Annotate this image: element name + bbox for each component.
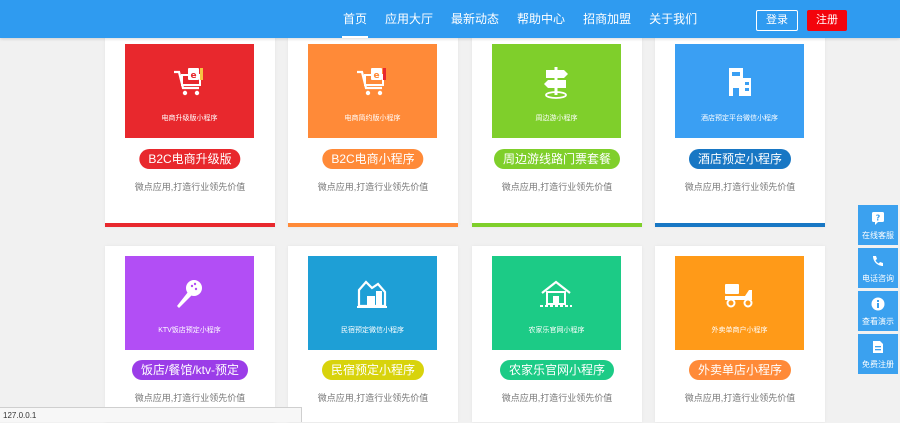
svg-text:e: e (374, 71, 380, 81)
thumbnail-caption: 农家乐官网小程序 (528, 327, 585, 334)
app-thumbnail[interactable]: e 电商简约版小程序 (308, 44, 437, 138)
app-thumbnail[interactable]: 酒店预定平台微信小程序 (675, 44, 804, 138)
app-title-pill[interactable]: 周边游线路门票套餐 (493, 149, 621, 169)
login-button[interactable]: 登录 (756, 10, 798, 31)
online-service-button[interactable]: ? 在线客服 (858, 205, 898, 245)
app-description: 微点应用,打造行业领先价值 (134, 182, 246, 192)
thumbnail-caption: 周边游小程序 (535, 115, 578, 122)
thumbnail-caption: 电商升级版小程序 (161, 115, 218, 122)
phone-consult-button[interactable]: 电话咨询 (858, 248, 898, 288)
microphone-icon (177, 280, 202, 308)
cart-icon: e (174, 68, 203, 96)
app-card[interactable]: 酒店预定平台微信小程序 酒店预定小程序 微点应用,打造行业领先价值 (655, 30, 825, 227)
app-card[interactable]: e 电商简约版小程序 B2C电商小程序 微点应用,打造行业领先价值 (288, 30, 458, 227)
hotel-icon (729, 68, 751, 96)
app-thumbnail[interactable]: 周边游小程序 (492, 44, 621, 138)
app-description: 微点应用,打造行业领先价值 (317, 393, 429, 403)
card-accent-bar (288, 223, 458, 227)
cart-icon: e (357, 68, 386, 96)
info-icon (871, 297, 885, 311)
app-thumbnail[interactable]: 农家乐官网小程序 (492, 256, 621, 350)
thumbnail-caption: KTV饭店预定小程序 (158, 327, 221, 334)
nav-app-hall[interactable]: 应用大厅 (376, 0, 442, 38)
svg-text:?: ? (876, 214, 881, 223)
app-card[interactable]: 民宿预定微信小程序 民宿预定小程序 微点应用,打造行业领先价值 (288, 246, 458, 422)
app-title-pill[interactable]: 农家乐官网小程序 (499, 360, 615, 380)
card-accent-bar (105, 223, 275, 227)
app-thumbnail[interactable]: e 电商升级版小程序 (125, 44, 254, 138)
document-icon (873, 341, 883, 353)
app-thumbnail[interactable]: KTV饭店预定小程序 (125, 256, 254, 350)
main-nav: 首页 应用大厅 最新动态 帮助中心 招商加盟 关于我们 (334, 0, 706, 38)
free-register-button[interactable]: 免费注册 (858, 334, 898, 374)
nav-latest-news[interactable]: 最新动态 (442, 0, 508, 38)
app-title-pill[interactable]: 外卖单店小程序 (688, 360, 792, 380)
thumbnail-caption: 外卖单商户小程序 (711, 327, 768, 334)
signpost-icon (544, 67, 568, 99)
homestay-icon (357, 280, 387, 308)
thumbnail-caption: 电商简约版小程序 (344, 115, 401, 122)
register-button[interactable]: 注册 (807, 10, 847, 31)
app-card[interactable]: 周边游小程序 周边游线路门票套餐 微点应用,打造行业领先价值 (472, 30, 642, 227)
browser-status-bar: 127.0.0.1 (0, 407, 302, 422)
phone-icon (873, 256, 883, 266)
card-accent-bar (655, 223, 825, 227)
app-description: 微点应用,打造行业领先价值 (684, 182, 796, 192)
float-label: 在线客服 (862, 231, 894, 240)
float-label: 电话咨询 (862, 274, 894, 283)
app-title-pill[interactable]: 酒店预定小程序 (688, 149, 792, 169)
app-description: 微点应用,打造行业领先价值 (684, 393, 796, 403)
float-label: 免费注册 (862, 360, 894, 369)
app-thumbnail[interactable]: 外卖单商户小程序 (675, 256, 804, 350)
app-description: 微点应用,打造行业领先价值 (501, 182, 613, 192)
top-navbar: 首页 应用大厅 最新动态 帮助中心 招商加盟 关于我们 登录 注册 (0, 0, 900, 38)
view-demo-button[interactable]: 查看演示 (858, 291, 898, 331)
app-thumbnail[interactable]: 民宿预定微信小程序 (308, 256, 437, 350)
delivery-icon (725, 284, 753, 308)
thumbnail-caption: 民宿预定微信小程序 (341, 327, 404, 334)
svg-text:e: e (191, 71, 197, 81)
thumbnail-caption: 酒店预定平台微信小程序 (701, 115, 778, 122)
app-description: 微点应用,打造行业领先价值 (134, 393, 246, 403)
app-description: 微点应用,打造行业领先价值 (317, 182, 429, 192)
app-card[interactable]: 外卖单商户小程序 外卖单店小程序 微点应用,打造行业领先价值 (655, 246, 825, 422)
question-icon: ? (872, 212, 884, 225)
farmhouse-icon (540, 280, 572, 307)
app-card[interactable]: 农家乐官网小程序 农家乐官网小程序 微点应用,打造行业领先价值 (472, 246, 642, 422)
nav-home[interactable]: 首页 (334, 0, 376, 38)
app-card[interactable]: KTV饭店预定小程序 饭店/餐馆/ktv-预定 微点应用,打造行业领先价值 (105, 246, 275, 422)
app-title-pill[interactable]: 饭店/餐馆/ktv-预定 (132, 360, 248, 380)
nav-help-center[interactable]: 帮助中心 (508, 0, 574, 38)
float-label: 查看演示 (862, 317, 894, 326)
app-card[interactable]: e 电商升级版小程序 B2C电商升级版 微点应用,打造行业领先价值 (105, 30, 275, 227)
app-title-pill[interactable]: B2C电商升级版 (139, 149, 241, 169)
card-accent-bar (472, 223, 642, 227)
app-title-pill[interactable]: B2C电商小程序 (322, 149, 424, 169)
app-title-pill[interactable]: 民宿预定小程序 (321, 360, 425, 380)
nav-franchise[interactable]: 招商加盟 (574, 0, 640, 38)
nav-about-us[interactable]: 关于我们 (640, 0, 706, 38)
app-description: 微点应用,打造行业领先价值 (501, 393, 613, 403)
